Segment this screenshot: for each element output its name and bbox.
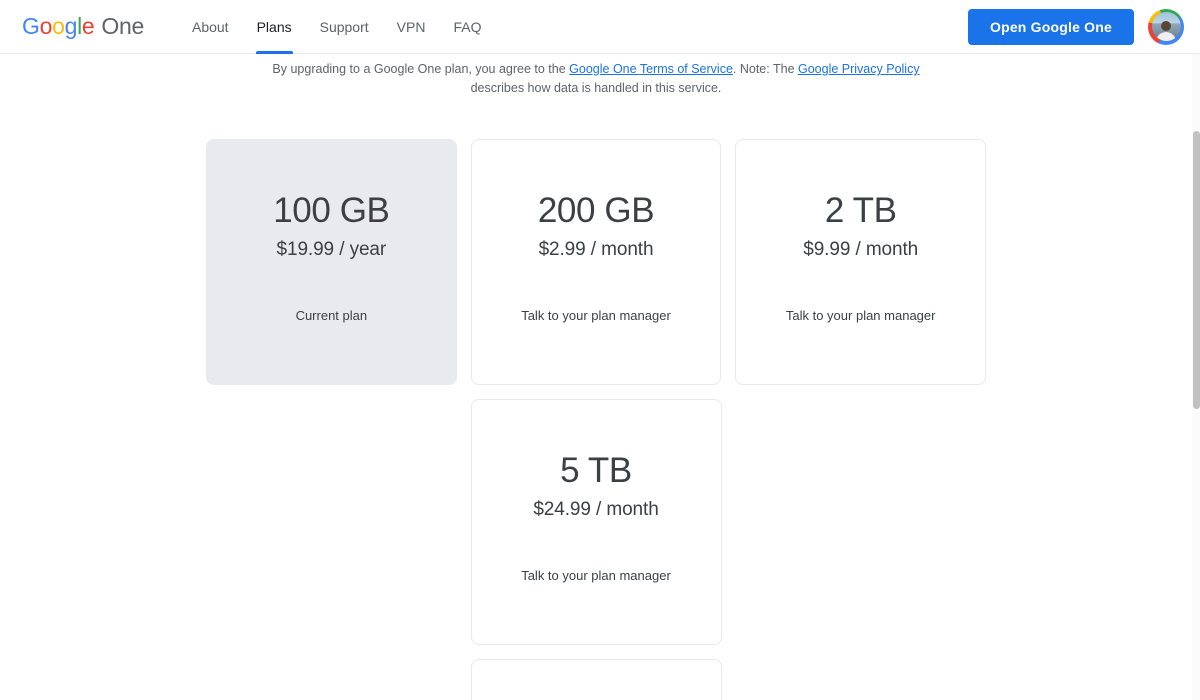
logo-letter-g-blue: G [22, 13, 40, 39]
notice-text-prefix: By upgrading to a Google One plan, you a… [272, 62, 570, 76]
plan-card-200gb[interactable]: 200 GB $2.99 / month Talk to your plan m… [470, 139, 722, 385]
plans-grid: 100 GB $19.99 / year Current plan 200 GB… [206, 139, 987, 700]
terms-notice: By upgrading to a Google One plan, you a… [246, 60, 946, 98]
plan-price-label: $2.99 / month [538, 239, 654, 260]
plan-card-next-partial[interactable] [470, 659, 722, 700]
app-header: Google One About Plans Support VPN FAQ O… [0, 0, 1200, 54]
privacy-policy-link[interactable]: Google Privacy Policy [798, 62, 920, 76]
page-scrollbar[interactable] [1192, 54, 1200, 700]
scrollbar-thumb[interactable] [1193, 131, 1200, 409]
main-nav: About Plans Support VPN FAQ [178, 0, 495, 54]
plan-price-label: $9.99 / month [803, 239, 919, 260]
plan-price-label: $24.99 / month [533, 499, 659, 520]
plans-row-1: 100 GB $19.99 / year Current plan 200 GB… [206, 139, 987, 385]
plan-action-label[interactable]: Current plan [296, 308, 368, 323]
logo-letter-o-yellow: o [52, 13, 65, 39]
nav-item-about[interactable]: About [178, 0, 243, 54]
product-name: One [101, 13, 144, 39]
open-google-one-button[interactable]: Open Google One [967, 8, 1134, 45]
account-avatar[interactable] [1148, 8, 1184, 45]
nav-item-vpn[interactable]: VPN [383, 0, 440, 54]
logo-letter-g2-blue: g [64, 13, 78, 39]
plan-card-2tb[interactable]: 2 TB $9.99 / month Talk to your plan man… [735, 139, 987, 385]
google-wordmark: Google [22, 13, 95, 40]
brand-logo[interactable]: Google One [22, 13, 144, 40]
plan-card-100gb[interactable]: 100 GB $19.99 / year Current plan [206, 139, 457, 385]
plans-row-2: 5 TB $24.99 / month Talk to your plan ma… [206, 399, 986, 645]
nav-item-faq[interactable]: FAQ [439, 0, 495, 54]
nav-item-plans[interactable]: Plans [243, 0, 306, 54]
notice-text-line2: describes how data is handled in this se… [470, 81, 722, 95]
notice-text-middle: . Note: The [732, 62, 798, 76]
plan-action-label[interactable]: Talk to your plan manager [786, 308, 936, 323]
header-actions: Open Google One [967, 8, 1184, 45]
plan-action-label[interactable]: Talk to your plan manager [521, 308, 671, 323]
plan-action-label[interactable]: Talk to your plan manager [521, 568, 671, 583]
nav-item-support[interactable]: Support [306, 0, 383, 54]
terms-of-service-link[interactable]: Google One Terms of Service [569, 62, 733, 76]
plan-price-label: $19.99 / year [276, 239, 387, 260]
plans-row-3-partial [206, 659, 986, 700]
plan-storage-label: 2 TB [824, 191, 897, 230]
plan-storage-label: 200 GB [537, 191, 655, 230]
page-content: By upgrading to a Google One plan, you a… [0, 54, 1192, 700]
plan-storage-label: 5 TB [560, 451, 632, 490]
logo-letter-e-red: e [81, 13, 95, 39]
avatar-photo [1151, 12, 1181, 41]
plan-card-5tb[interactable]: 5 TB $24.99 / month Talk to your plan ma… [470, 399, 722, 645]
logo-letter-o-red: o [39, 13, 53, 39]
plan-storage-label: 100 GB [273, 191, 390, 230]
